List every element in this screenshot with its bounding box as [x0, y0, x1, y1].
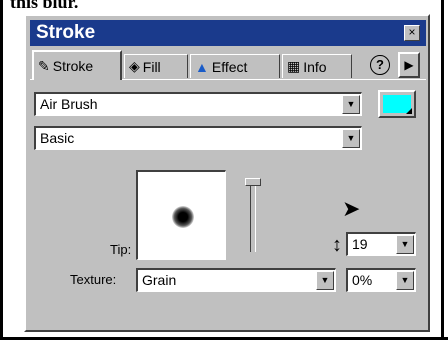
help-icon: ?	[370, 55, 390, 75]
cropped-text: this blur.	[10, 0, 79, 12]
effect-icon: ▲	[195, 58, 209, 75]
tip-label: Tip:	[110, 242, 132, 257]
tab-fill[interactable]: ◈ Fill	[124, 54, 188, 78]
tab-label: Fill	[142, 58, 161, 75]
tip-size-slider-thumb[interactable]	[245, 178, 261, 186]
stroke-panel: Stroke × ✎ Stroke ◈ Fill ▲ Effect ▦ Info…	[24, 14, 430, 332]
tip-size-value: 19	[352, 236, 368, 252]
color-picker-corner-icon	[406, 108, 412, 114]
tab-effect[interactable]: ▲ Effect	[190, 54, 280, 78]
chevron-down-icon[interactable]: ▼	[316, 271, 334, 290]
title-bar[interactable]: Stroke ×	[30, 20, 426, 46]
outer-frame-right	[441, 0, 444, 340]
stroke-category-select[interactable]: Air Brush ▼	[34, 92, 362, 116]
texture-label: Texture:	[70, 272, 117, 287]
stroke-type-select[interactable]: Basic ▼	[34, 126, 362, 150]
brush-tip-preview	[172, 206, 194, 228]
tab-stroke[interactable]: ✎ Stroke	[32, 50, 122, 80]
texture-percent-field[interactable]: 0% ▼	[346, 268, 416, 292]
tab-label: Stroke	[52, 58, 94, 74]
brush-icon: ✎	[38, 57, 50, 74]
chevron-down-icon[interactable]: ▼	[396, 271, 414, 290]
info-icon: ▦	[287, 58, 301, 74]
mouse-pointer-icon: ➤	[342, 196, 361, 221]
help-button[interactable]: ?	[366, 54, 394, 78]
stroke-type-value: Basic	[40, 130, 75, 146]
tab-label: Effect	[211, 58, 248, 75]
panel-title: Stroke	[36, 22, 96, 43]
chevron-down-icon[interactable]: ▼	[342, 95, 360, 114]
stroke-color-swatch[interactable]	[378, 90, 416, 118]
tab-label: Info	[303, 58, 327, 75]
chevron-down-icon[interactable]: ▼	[342, 129, 360, 148]
texture-value: Grain	[142, 272, 177, 288]
arrow-right-icon: ▶	[404, 58, 414, 72]
tab-info[interactable]: ▦ Info	[282, 54, 352, 78]
texture-percent-value: 0%	[352, 272, 373, 288]
paint-bucket-icon: ◈	[129, 58, 140, 74]
tip-size-field[interactable]: 19 ▼	[346, 232, 416, 256]
chevron-down-icon[interactable]: ▼	[396, 235, 414, 254]
texture-select[interactable]: Grain ▼	[136, 268, 336, 292]
stroke-category-value: Air Brush	[40, 96, 98, 112]
tip-size-slider-track[interactable]	[250, 182, 256, 252]
close-button[interactable]: ×	[404, 25, 420, 41]
tab-bar: ✎ Stroke ◈ Fill ▲ Effect ▦ Info ? ▶	[32, 50, 426, 80]
panel-menu-button[interactable]: ▶	[398, 52, 420, 78]
stroke-preview	[136, 170, 226, 260]
resize-arrows-icon: ↕	[332, 234, 342, 256]
